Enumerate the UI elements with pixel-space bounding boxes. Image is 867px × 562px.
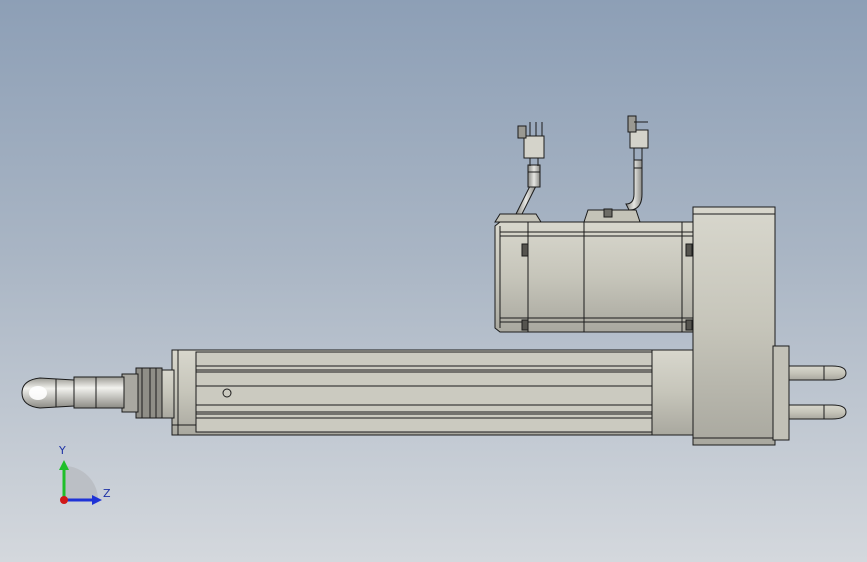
rod-end-clevis[interactable] [21, 367, 175, 419]
cad-drawing[interactable]: Y Z [0, 0, 867, 562]
motor-cable[interactable] [515, 164, 541, 215]
z-axis-label: Z [103, 487, 111, 500]
cad-viewport[interactable]: Y Z [0, 0, 867, 562]
servo-motor[interactable] [494, 208, 695, 333]
connector[interactable] [627, 115, 649, 160]
belt-housing[interactable] [692, 206, 790, 446]
coordinate-triad: Y Z [58, 444, 111, 505]
encoder-cable[interactable] [625, 159, 643, 211]
actuator-body[interactable] [171, 349, 703, 436]
y-axis-arrowhead [59, 460, 69, 470]
connector[interactable] [517, 122, 545, 166]
y-axis-label: Y [58, 444, 66, 457]
triad-plane [64, 466, 98, 500]
rear-clevis-mount[interactable] [788, 365, 847, 420]
x-axis-dot [60, 496, 68, 504]
